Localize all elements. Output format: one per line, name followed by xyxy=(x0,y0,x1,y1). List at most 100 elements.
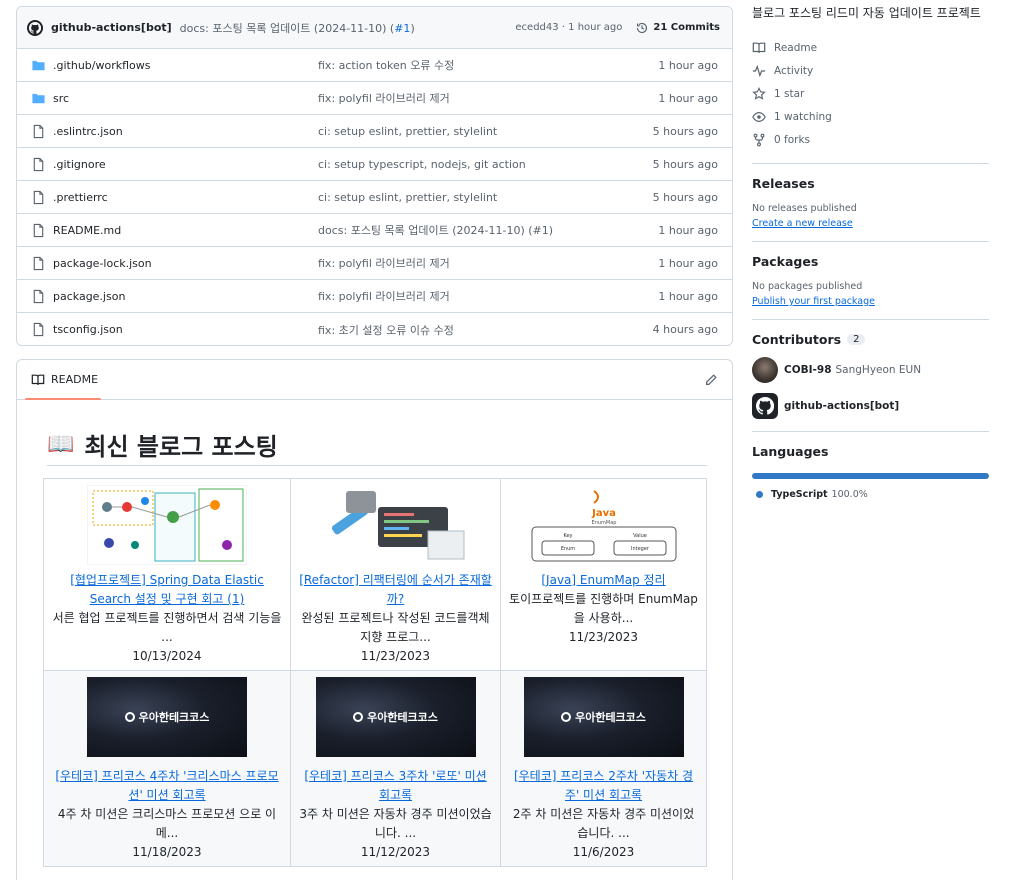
posts-table: [협업프로젝트] Spring Data Elastic Search 설정 및… xyxy=(43,478,707,867)
post-title-link[interactable]: [우테코] 프리코스 4주차 '크리스마스 프로모션' 미션 회고록 xyxy=(52,767,282,805)
file-commit-message[interactable]: fix: polyfil 라이브러리 제거 xyxy=(318,288,658,304)
contributor-item[interactable]: github-actions[bot] xyxy=(752,393,989,419)
post-date: 10/13/2024 xyxy=(132,649,202,663)
post-title-link[interactable]: [우테코] 프리코스 3주차 '로또' 미션 회고록 xyxy=(299,767,492,805)
post-title-link[interactable]: [협업프로젝트] Spring Data Elastic Search 설정 및… xyxy=(52,571,282,609)
language-bar[interactable] xyxy=(752,473,989,479)
stars-link[interactable]: 1 star xyxy=(752,82,989,105)
post-cell: 우아한테크코스 [우테코] 프리코스 3주차 '로또' 미션 회고록 3주 차 … xyxy=(290,670,501,867)
file-row[interactable]: README.md docs: 포스팅 목록 업데이트 (2024-11-10) … xyxy=(17,214,732,247)
post-title-link[interactable]: [Java] EnumMap 정리 xyxy=(509,571,698,590)
post-cell: Java EnumMap Key Value Enum Integer [Jav… xyxy=(500,478,707,671)
packages-heading[interactable]: Packages xyxy=(752,254,989,269)
integer-label: Integer xyxy=(631,546,650,552)
commit-hash-time[interactable]: ecedd43 · 1 hour ago xyxy=(515,22,622,33)
file-row[interactable]: .gitignore ci: setup typescript, nodejs, … xyxy=(17,148,732,181)
post-cell: 우아한테크코스 [우테코] 프리코스 4주차 '크리스마스 프로모션' 미션 회… xyxy=(43,670,291,867)
file-browser: github-actions[bot] docs: 포스팅 목록 업데이트 (2… xyxy=(16,6,733,346)
file-name-link[interactable]: .eslintrc.json xyxy=(53,125,318,138)
commit-author[interactable]: github-actions[bot] xyxy=(51,21,172,34)
forks-link[interactable]: 0 forks xyxy=(752,128,989,151)
commit-message-text[interactable]: docs: 포스팅 목록 업데이트 (2024-11-10) ( xyxy=(180,22,395,35)
publish-package-link[interactable]: Publish your first package xyxy=(752,296,989,307)
file-icon xyxy=(33,157,44,171)
post-title-link[interactable]: [우테코] 프리코스 2주차 '자동차 경주' 미션 회고록 xyxy=(509,767,698,805)
history-icon xyxy=(637,22,648,33)
post-description: 토이프로젝트를 진행하며 EnumMap을 사용하... xyxy=(509,592,698,625)
file-commit-message[interactable]: ci: setup typescript, nodejs, git action xyxy=(318,158,653,171)
watchers-link[interactable]: 1 watching xyxy=(752,105,989,128)
file-commit-message[interactable]: fix: 초기 설정 오류 이슈 수정 xyxy=(318,322,653,338)
file-row[interactable]: .github/workflows fix: action token 오류 수정… xyxy=(17,49,732,82)
post-description: 3주 차 미션은 자동차 경주 미션이었습니다. ... xyxy=(299,807,492,840)
file-row[interactable]: .eslintrc.json ci: setup eslint, prettier… xyxy=(17,115,732,148)
key-label: Key xyxy=(563,533,572,539)
file-commit-time: 5 hours ago xyxy=(652,157,718,171)
banner-text: 우아한테크코스 xyxy=(138,710,210,724)
file-commit-message[interactable]: ci: setup eslint, prettier, stylelint xyxy=(318,191,653,204)
readme-title: 최신 블로그 포스팅 xyxy=(84,433,278,461)
eye-icon xyxy=(752,111,766,122)
file-commit-time: 1 hour ago xyxy=(658,58,718,72)
file-name-link[interactable]: .prettierrc xyxy=(53,191,318,204)
readme-tab[interactable]: README xyxy=(31,373,98,387)
commit-pr-link[interactable]: #1 xyxy=(394,22,410,35)
github-actions-avatar[interactable] xyxy=(27,19,43,36)
edit-readme-button[interactable] xyxy=(704,373,718,387)
file-name-link[interactable]: README.md xyxy=(53,224,318,237)
file-name-link[interactable]: src xyxy=(53,92,318,105)
file-commit-message[interactable]: fix: polyfil 라이브러리 제거 xyxy=(318,90,658,106)
file-row[interactable]: .prettierrc ci: setup eslint, prettier, s… xyxy=(17,181,732,214)
file-name-link[interactable]: package-lock.json xyxy=(53,257,318,270)
commit-message[interactable]: docs: 포스팅 목록 업데이트 (2024-11-10) (#1) xyxy=(180,20,415,36)
file-commit-message[interactable]: fix: polyfil 라이브러리 제거 xyxy=(318,255,658,271)
latest-commit-bar: github-actions[bot] docs: 포스팅 목록 업데이트 (2… xyxy=(17,7,732,49)
post-title-link[interactable]: [Refactor] 리팩터링에 순서가 존재할까? xyxy=(299,571,492,609)
file-name-link[interactable]: .github/workflows xyxy=(53,59,318,72)
github-mark-icon xyxy=(756,397,774,415)
contributors-heading[interactable]: Contributors 2 xyxy=(752,332,989,347)
commits-history-link[interactable]: 21 Commits xyxy=(636,22,720,34)
post-description: 완성된 프로젝트나 작성된 코드를객체지향 프로그... xyxy=(301,611,490,644)
file-commit-time: 4 hours ago xyxy=(652,323,718,336)
file-icon xyxy=(33,322,44,337)
file-name-link[interactable]: .gitignore xyxy=(53,158,318,171)
divider xyxy=(752,241,989,242)
file-name-link[interactable]: tsconfig.json xyxy=(53,323,318,336)
file-commit-message[interactable]: ci: setup eslint, prettier, stylelint xyxy=(318,125,653,138)
commit-message-end: ) xyxy=(410,21,415,35)
fork-icon xyxy=(753,133,765,146)
folder-icon xyxy=(32,93,45,103)
language-percent: 100.0% xyxy=(831,489,868,500)
contributor-login[interactable]: COBI-98 xyxy=(784,364,832,376)
enummap-label: EnumMap xyxy=(591,520,616,526)
readme-link[interactable]: Readme xyxy=(752,36,989,59)
file-icon-wrap xyxy=(31,322,51,337)
folder-icon xyxy=(32,60,45,70)
refactor-thumbnail xyxy=(315,485,476,565)
releases-empty-text: No releases published xyxy=(752,203,857,214)
activity-link[interactable]: Activity xyxy=(752,59,989,82)
post-description: 2주 차 미션은 자동차 경주 미션이었습니다. ... xyxy=(512,807,695,840)
file-commit-time: 1 hour ago xyxy=(658,256,718,270)
file-row[interactable]: package.json fix: polyfil 라이브러리 제거 1 hour … xyxy=(17,280,732,313)
releases-heading[interactable]: Releases xyxy=(752,176,989,191)
contributor-login[interactable]: github-actions[bot] xyxy=(784,400,899,412)
divider xyxy=(752,163,989,164)
woowacourse-banner-thumbnail: 우아한테크코스 xyxy=(87,677,247,757)
contributor-item[interactable]: COBI-98 SangHyeon EUN xyxy=(752,357,989,383)
file-row[interactable]: package-lock.json fix: polyfil 라이브러리 제거 1 … xyxy=(17,247,732,280)
file-row[interactable]: src fix: polyfil 라이브러리 제거 1 hour ago xyxy=(17,82,732,115)
create-release-link[interactable]: Create a new release xyxy=(752,218,989,229)
file-commit-message[interactable]: docs: 포스팅 목록 업데이트 (2024-11-10) (#1) xyxy=(318,222,658,238)
divider xyxy=(752,431,989,432)
file-icon-wrap xyxy=(31,190,51,205)
file-row[interactable]: tsconfig.json fix: 초기 설정 오류 이슈 수정 4 hours … xyxy=(17,313,732,345)
file-commit-message[interactable]: fix: action token 오류 수정 xyxy=(318,57,658,73)
file-name-link[interactable]: package.json xyxy=(53,290,318,303)
language-item[interactable]: TypeScript 100.0% xyxy=(756,489,989,500)
file-icon-wrap xyxy=(31,124,51,139)
post-cell: 우아한테크코스 [우테코] 프리코스 2주차 '자동차 경주' 미션 회고록 2… xyxy=(500,670,707,867)
avatar[interactable] xyxy=(752,357,778,383)
avatar[interactable] xyxy=(752,393,778,419)
